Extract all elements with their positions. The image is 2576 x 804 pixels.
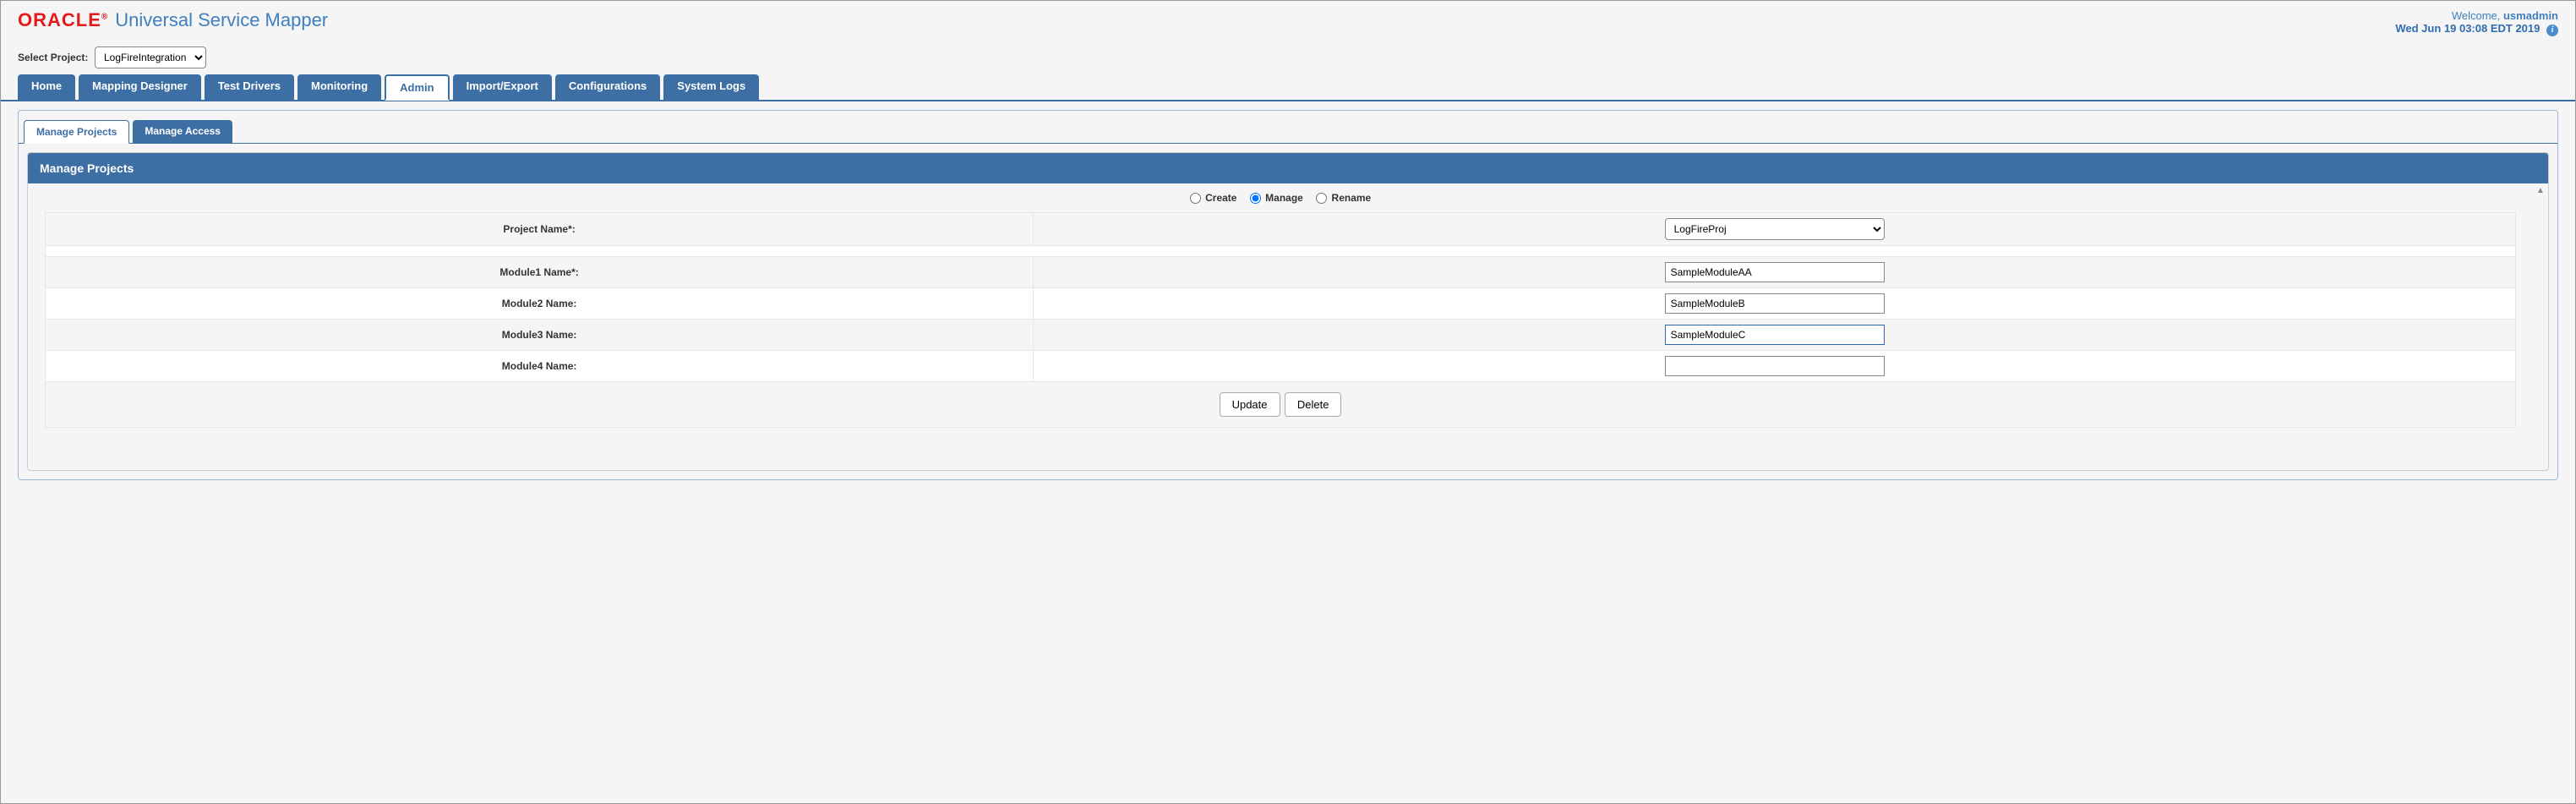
radio-manage-label[interactable]: Manage [1250, 192, 1303, 204]
module2-label: Module2 Name: [46, 288, 1034, 320]
app-title: Universal Service Mapper [115, 9, 328, 31]
tab-import-export[interactable]: Import/Export [453, 74, 552, 101]
panel-heading: Manage Projects [28, 153, 2548, 183]
oracle-logo: ORACLE® [18, 9, 108, 31]
radio-create-label[interactable]: Create [1190, 192, 1237, 204]
radio-manage[interactable] [1250, 193, 1261, 204]
welcome-block: Welcome, usmadmin Wed Jun 19 03:08 EDT 2… [2395, 9, 2558, 36]
tab-configurations[interactable]: Configurations [555, 74, 660, 101]
delete-button[interactable]: Delete [1285, 392, 1342, 417]
sub-tab-manage-access[interactable]: Manage Access [133, 120, 232, 144]
update-button[interactable]: Update [1220, 392, 1280, 417]
module3-input[interactable] [1665, 325, 1885, 345]
radio-rename[interactable] [1316, 193, 1327, 204]
tab-monitoring[interactable]: Monitoring [297, 74, 381, 101]
admin-panel: Manage Projects Manage Access Manage Pro… [18, 110, 2558, 480]
module3-label: Module3 Name: [46, 320, 1034, 351]
tab-admin[interactable]: Admin [385, 74, 449, 101]
scroll-up-icon[interactable]: ▲ [2535, 185, 2546, 197]
tab-system-logs[interactable]: System Logs [663, 74, 759, 101]
mode-radio-group: Create Manage Rename [28, 183, 2533, 212]
tab-test-drivers[interactable]: Test Drivers [205, 74, 294, 101]
module1-label: Module1 Name*: [46, 257, 1034, 288]
module4-input[interactable] [1665, 356, 1885, 376]
app-header: ORACLE® Universal Service Mapper [18, 9, 328, 31]
main-tab-bar: Home Mapping Designer Test Drivers Monit… [1, 74, 2575, 101]
module2-input[interactable] [1665, 293, 1885, 314]
radio-create[interactable] [1190, 193, 1201, 204]
project-name-select[interactable]: LogFireProj [1665, 218, 1885, 240]
project-form-table: Project Name*: LogFireProj [45, 212, 2516, 428]
sub-tab-bar: Manage Projects Manage Access [19, 111, 2557, 144]
welcome-user: usmadmin [2503, 9, 2558, 22]
datetime-text: Wed Jun 19 03:08 EDT 2019 [2395, 22, 2540, 35]
project-name-label: Project Name*: [46, 213, 1034, 246]
select-project-label: Select Project: [18, 52, 88, 63]
tab-mapping-designer[interactable]: Mapping Designer [79, 74, 201, 101]
project-select[interactable]: LogFireIntegration [95, 46, 206, 68]
radio-rename-label[interactable]: Rename [1316, 192, 1371, 204]
info-icon[interactable]: i [2546, 25, 2558, 36]
welcome-text: Welcome, [2452, 9, 2503, 22]
module1-input[interactable] [1665, 262, 1885, 282]
module4-label: Module4 Name: [46, 351, 1034, 382]
sub-tab-manage-projects[interactable]: Manage Projects [24, 120, 129, 144]
tab-home[interactable]: Home [18, 74, 75, 101]
